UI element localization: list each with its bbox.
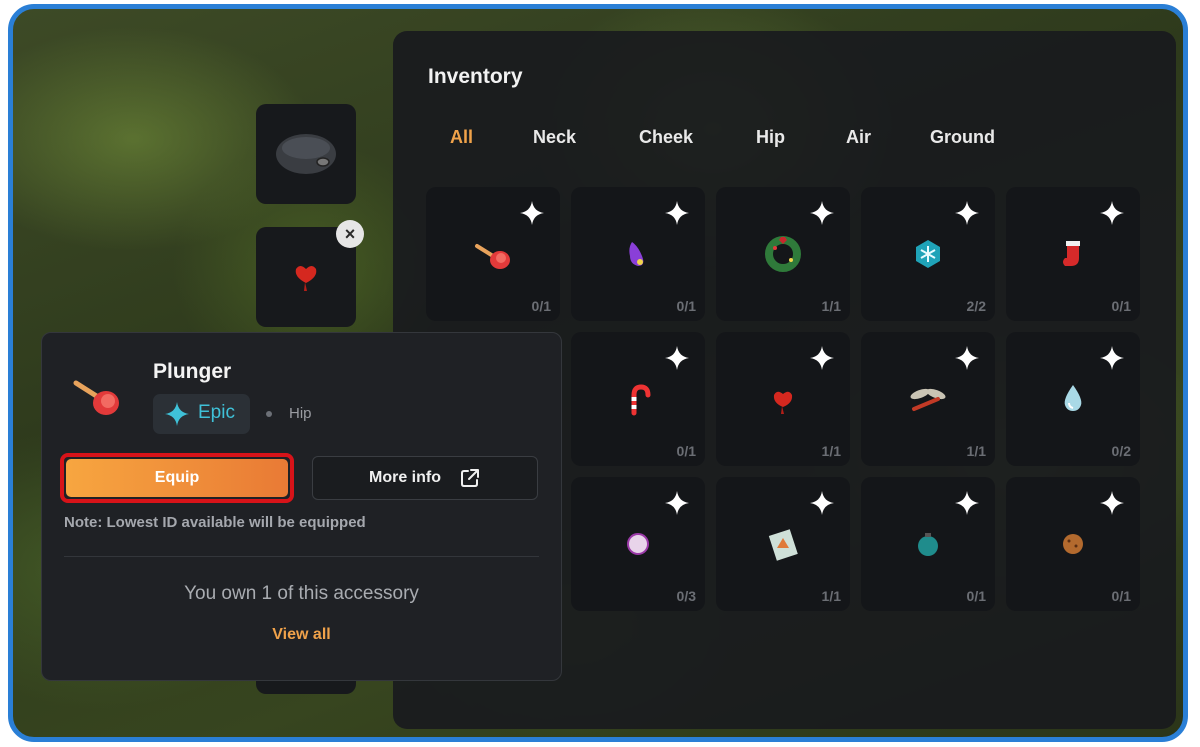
slot-type: Hip: [289, 405, 312, 422]
inventory-slot-snowflake-gem[interactable]: 2/2: [861, 187, 995, 321]
dragonfly-icon: [908, 379, 948, 419]
item-count: 1/1: [821, 443, 841, 459]
tab-ground[interactable]: Ground: [930, 127, 995, 148]
rarity-label: Epic: [198, 402, 235, 423]
inventory-slot-water-drop[interactable]: 0/2: [1006, 332, 1140, 466]
item-count: 0/3: [676, 588, 696, 604]
epic-sparkle-icon: [665, 491, 689, 515]
inventory-slot-wreath[interactable]: 1/1: [716, 187, 850, 321]
cookie-icon: [1053, 524, 1093, 564]
plunger-icon: [473, 234, 513, 274]
epic-sparkle-icon: [810, 491, 834, 515]
purple-slug-icon: [618, 234, 658, 274]
snowflake-gem-icon: [908, 234, 948, 274]
item-name: Plunger: [153, 360, 232, 383]
epic-sparkle-icon: [1100, 346, 1124, 370]
inventory-slot-purple-slug[interactable]: 0/1: [571, 187, 705, 321]
epic-sparkle-icon: [955, 346, 979, 370]
item-count: 2/2: [966, 298, 986, 314]
unequip-close-icon[interactable]: ×: [336, 220, 364, 248]
view-all-link[interactable]: View all: [42, 626, 561, 644]
rarity-badge: Epic: [153, 394, 250, 434]
epic-sparkle-icon: [665, 201, 689, 225]
red-heart-blob-icon: [763, 379, 803, 419]
item-count: 0/2: [1111, 443, 1131, 459]
epic-sparkle-icon: [520, 201, 544, 225]
inventory-slot-plunger[interactable]: 0/1: [426, 187, 560, 321]
character-preview-slot[interactable]: [256, 104, 356, 204]
inventory-slot-pearl[interactable]: 0/3: [571, 477, 705, 611]
inventory-slot-candy-cane[interactable]: 0/1: [571, 332, 705, 466]
external-link-icon: [461, 469, 479, 487]
pearl-icon: [618, 524, 658, 564]
plunger-icon: [73, 380, 119, 415]
item-count: 0/1: [676, 298, 696, 314]
separator-dot: [266, 411, 272, 417]
stocking-icon: [1053, 234, 1093, 274]
epic-sparkle-icon: [1100, 201, 1124, 225]
tab-all[interactable]: All: [450, 127, 473, 148]
item-count: 0/1: [966, 588, 986, 604]
epic-sparkle-icon: [665, 346, 689, 370]
tab-neck[interactable]: Neck: [533, 127, 576, 148]
ownership-text: You own 1 of this accessory: [184, 583, 419, 604]
divider: [64, 556, 539, 557]
inventory-slot-cookie[interactable]: 0/1: [1006, 477, 1140, 611]
epic-sparkle-icon: [1100, 491, 1124, 515]
inventory-slot-dragonfly[interactable]: 1/1: [861, 332, 995, 466]
equip-highlight: Equip: [60, 453, 294, 503]
wreath-icon: [763, 234, 803, 274]
inventory-slot-red-heart-blob[interactable]: 1/1: [716, 332, 850, 466]
epic-sparkle-icon: [955, 201, 979, 225]
equip-note: Note: Lowest ID available will be equipp…: [64, 514, 366, 531]
item-count: 1/1: [821, 588, 841, 604]
character-icon: [276, 134, 336, 174]
tab-hip[interactable]: Hip: [756, 127, 785, 148]
epic-sparkle-icon: [810, 201, 834, 225]
game-window: × Inventory All Neck Cheek Hip Air Groun…: [8, 4, 1188, 742]
more-info-label: More info: [369, 469, 441, 486]
inventory-slot-stamp-card[interactable]: 1/1: [716, 477, 850, 611]
epic-sparkle-icon: [810, 346, 834, 370]
water-drop-icon: [1053, 379, 1093, 419]
candy-cane-icon: [618, 379, 658, 419]
more-info-button[interactable]: More info: [312, 456, 538, 500]
tab-cheek[interactable]: Cheek: [639, 127, 693, 148]
item-count: 1/1: [966, 443, 986, 459]
item-detail-popup: Plunger Epic Hip Equip More info Note: L…: [41, 332, 562, 681]
item-count: 0/1: [531, 298, 551, 314]
stamp-card-icon: [763, 524, 803, 564]
inventory-slot-ornament[interactable]: 0/1: [861, 477, 995, 611]
ornament-icon: [908, 524, 948, 564]
epic-sparkle-icon: [165, 402, 189, 426]
epic-sparkle-icon: [955, 491, 979, 515]
item-count: 0/1: [1111, 298, 1131, 314]
equip-button[interactable]: Equip: [66, 459, 288, 497]
inventory-slot-stocking[interactable]: 0/1: [1006, 187, 1140, 321]
inventory-title: Inventory: [428, 65, 523, 88]
item-count: 1/1: [821, 298, 841, 314]
item-count: 0/1: [676, 443, 696, 459]
tab-air[interactable]: Air: [846, 127, 871, 148]
item-count: 0/1: [1111, 588, 1131, 604]
